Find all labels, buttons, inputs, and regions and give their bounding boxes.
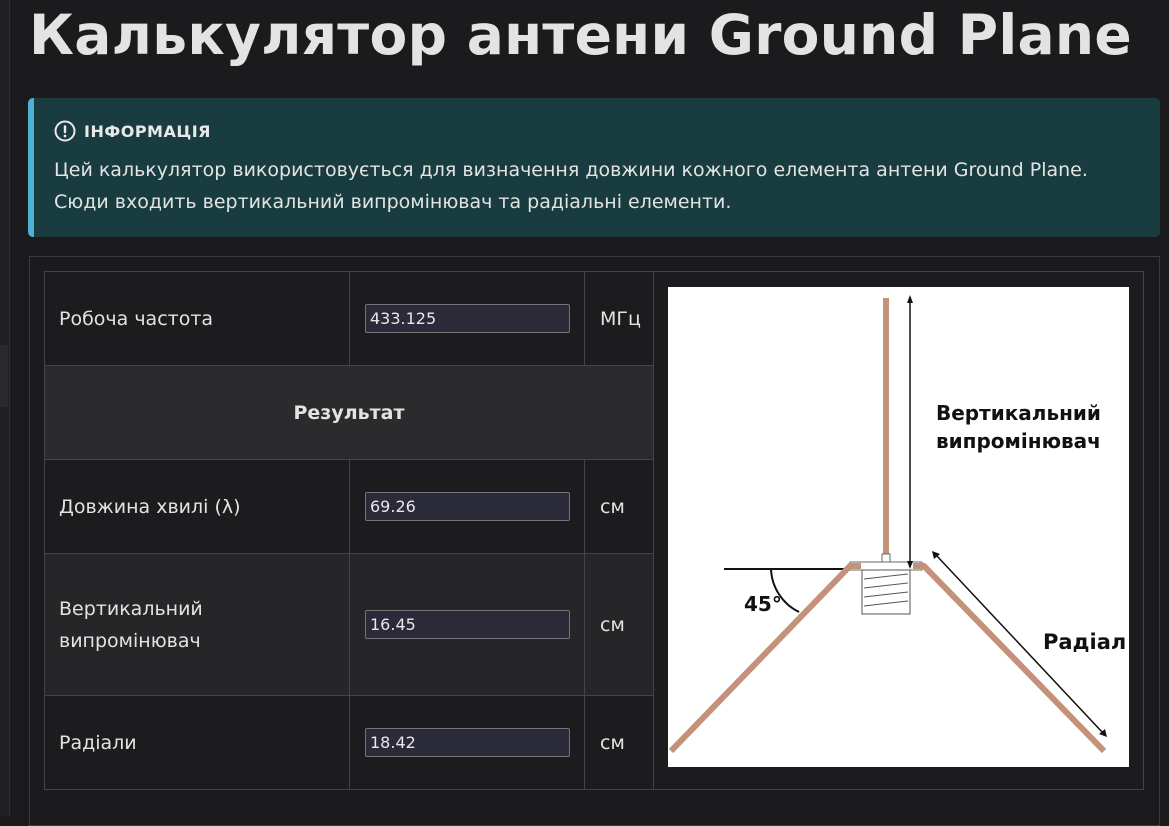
- frequency-label: Робоча частота: [44, 271, 350, 366]
- radial-right: [913, 563, 1107, 754]
- frequency-unit: МГц: [584, 271, 654, 366]
- vertical-label-line1: Вертикальний: [936, 401, 1101, 425]
- info-alert: ІНФОРМАЦІЯ Цей калькулятор використовуєт…: [28, 98, 1160, 237]
- connector-top: [881, 553, 891, 563]
- frequency-input[interactable]: [365, 304, 570, 333]
- calculator-table: Робоча частота МГц: [44, 271, 1144, 790]
- radial-label: Радіал: [1043, 630, 1126, 654]
- vertical-element: [883, 298, 889, 560]
- radials-unit: см: [584, 695, 654, 790]
- wavelength-output[interactable]: [365, 492, 570, 521]
- wavelength-label: Довжина хвилі (λ): [44, 459, 350, 554]
- vertical-label: Вертикальний випромінювач: [44, 553, 350, 696]
- left-edge-tab[interactable]: [0, 345, 8, 407]
- frequency-row: Робоча частота МГц: [44, 271, 1144, 790]
- radials-output[interactable]: [365, 728, 570, 757]
- exclamation-circle-icon: [54, 120, 76, 142]
- frequency-input-cell: [349, 271, 585, 366]
- info-alert-text: Цей калькулятор використовується для виз…: [54, 159, 1088, 213]
- left-edge-strip: [0, 0, 10, 816]
- vertical-input-cell: [349, 553, 585, 696]
- vertical-label-text: Вертикальний випромінювач: [59, 597, 203, 652]
- vertical-output[interactable]: [365, 610, 570, 639]
- wavelength-input-cell: [349, 459, 585, 554]
- vertical-unit: см: [584, 553, 654, 696]
- info-alert-header: ІНФОРМАЦІЯ: [54, 120, 211, 142]
- page-title: Калькулятор антени Ground Plane: [29, 3, 1132, 67]
- vertical-label-line2: випромінювач: [936, 429, 1101, 453]
- ground-plane-diagram: Вертикальний випромінювач Радіал 45°: [668, 287, 1129, 767]
- wavelength-unit: см: [584, 459, 654, 554]
- angle-label: 45°: [744, 592, 782, 616]
- radials-label: Радіали: [44, 695, 350, 790]
- diagram-cell: Вертикальний випромінювач Радіал 45°: [653, 271, 1144, 790]
- radials-input-cell: [349, 695, 585, 790]
- result-header: Результат: [44, 365, 654, 460]
- info-alert-title: ІНФОРМАЦІЯ: [84, 121, 211, 141]
